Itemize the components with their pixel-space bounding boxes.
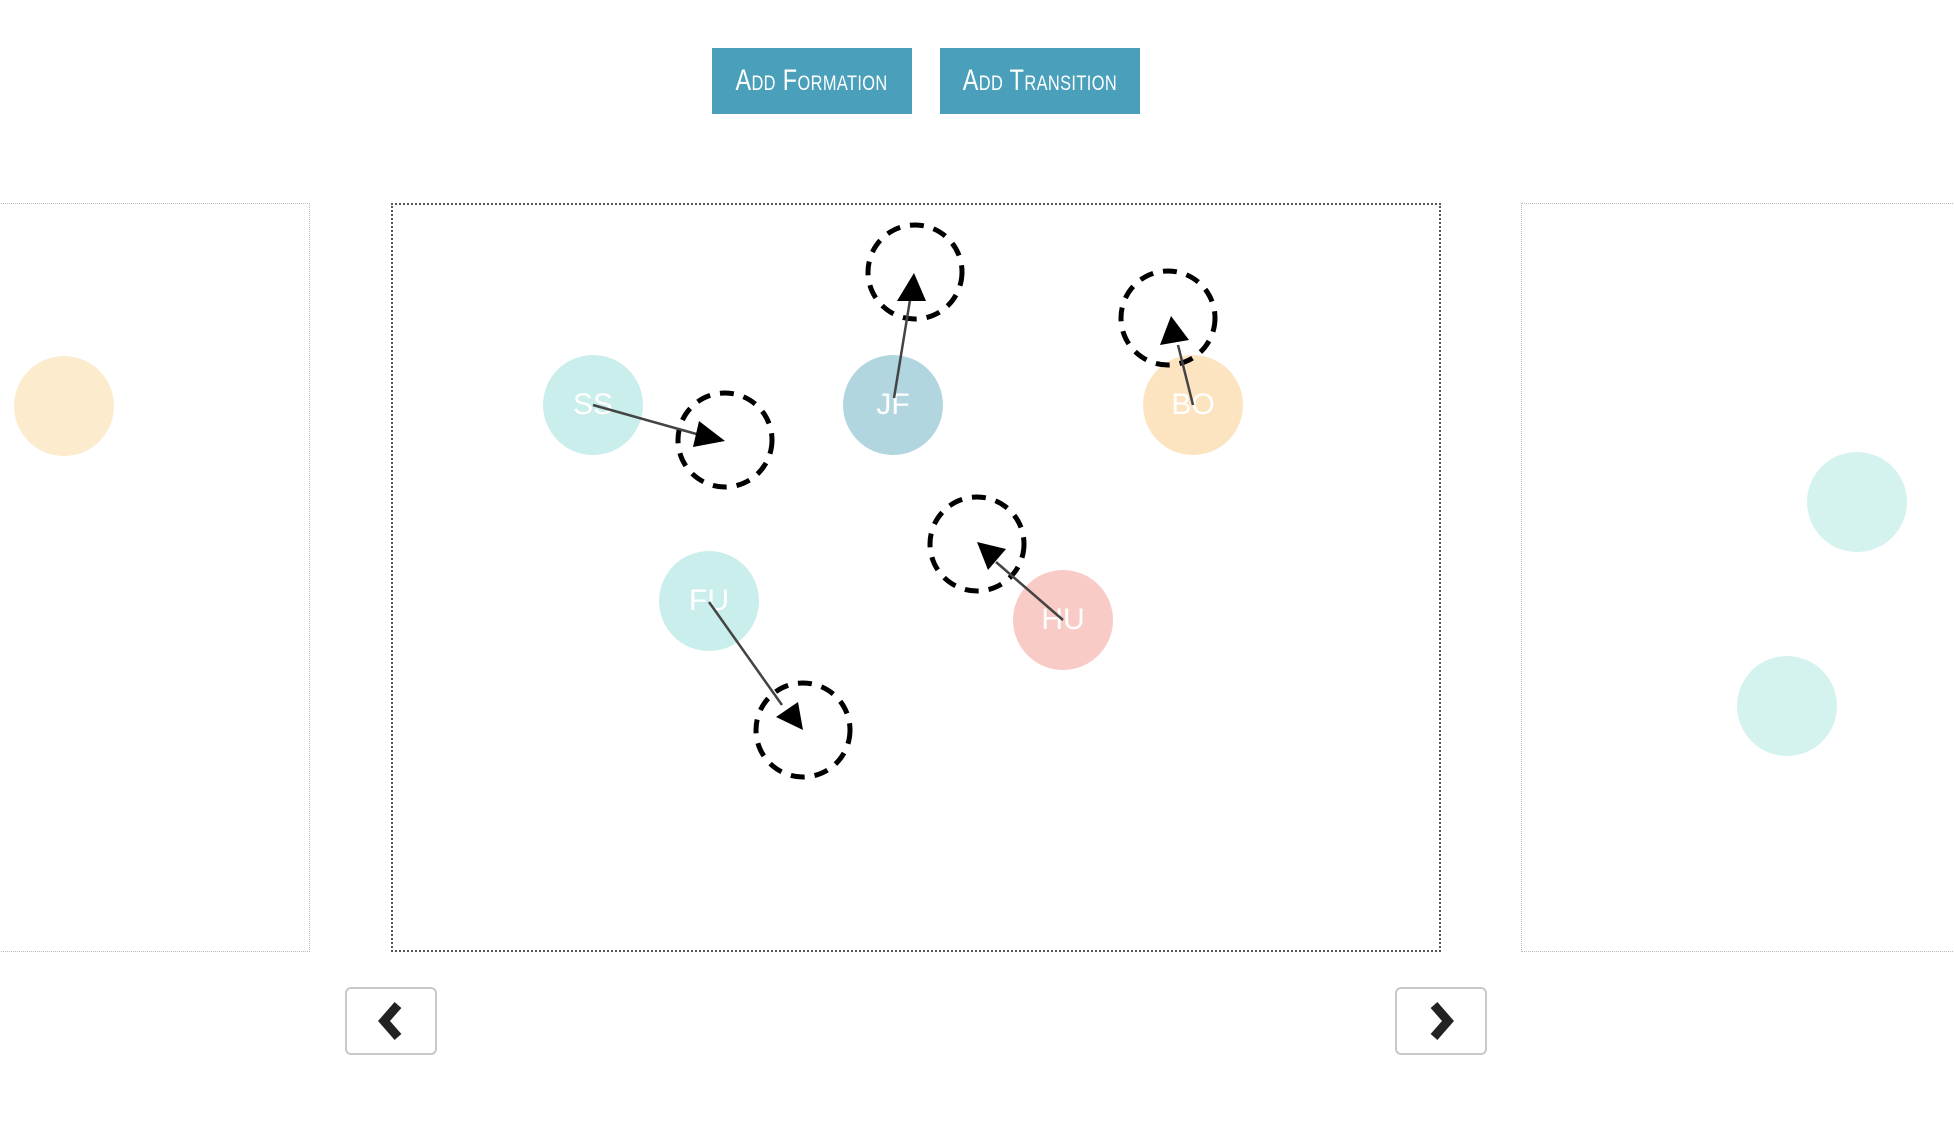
dancer-initials: HU bbox=[1041, 603, 1085, 636]
dancer-fu[interactable]: FU bbox=[659, 551, 759, 651]
dancer-hu[interactable]: HU bbox=[1013, 570, 1113, 670]
previous-formation-preview[interactable] bbox=[0, 203, 310, 952]
dancer-ghost bbox=[14, 356, 114, 456]
dancer-jf[interactable]: JF bbox=[843, 355, 943, 455]
chevron-left-icon bbox=[378, 1002, 402, 1040]
formation-editor: Add Formation Add Transition SS JF BO FU… bbox=[0, 0, 1954, 1140]
dancer-ghost bbox=[1807, 452, 1907, 552]
previous-formation-button[interactable] bbox=[345, 987, 437, 1055]
next-formation-button[interactable] bbox=[1395, 987, 1487, 1055]
dancer-initials: SS bbox=[572, 388, 614, 421]
dancer-bo[interactable]: BO bbox=[1143, 355, 1243, 455]
dancer-ghost bbox=[1737, 656, 1837, 756]
dancer-initials: JF bbox=[876, 388, 910, 421]
add-transition-button[interactable]: Add Transition bbox=[940, 48, 1140, 114]
add-formation-button[interactable]: Add Formation bbox=[712, 48, 912, 114]
chevron-right-icon bbox=[1430, 1002, 1454, 1040]
current-formation-stage[interactable] bbox=[391, 203, 1441, 952]
next-formation-preview[interactable] bbox=[1521, 203, 1954, 952]
dancer-initials: BO bbox=[1171, 388, 1215, 421]
dancer-ss[interactable]: SS bbox=[543, 355, 643, 455]
dancer-initials: FU bbox=[689, 584, 729, 617]
